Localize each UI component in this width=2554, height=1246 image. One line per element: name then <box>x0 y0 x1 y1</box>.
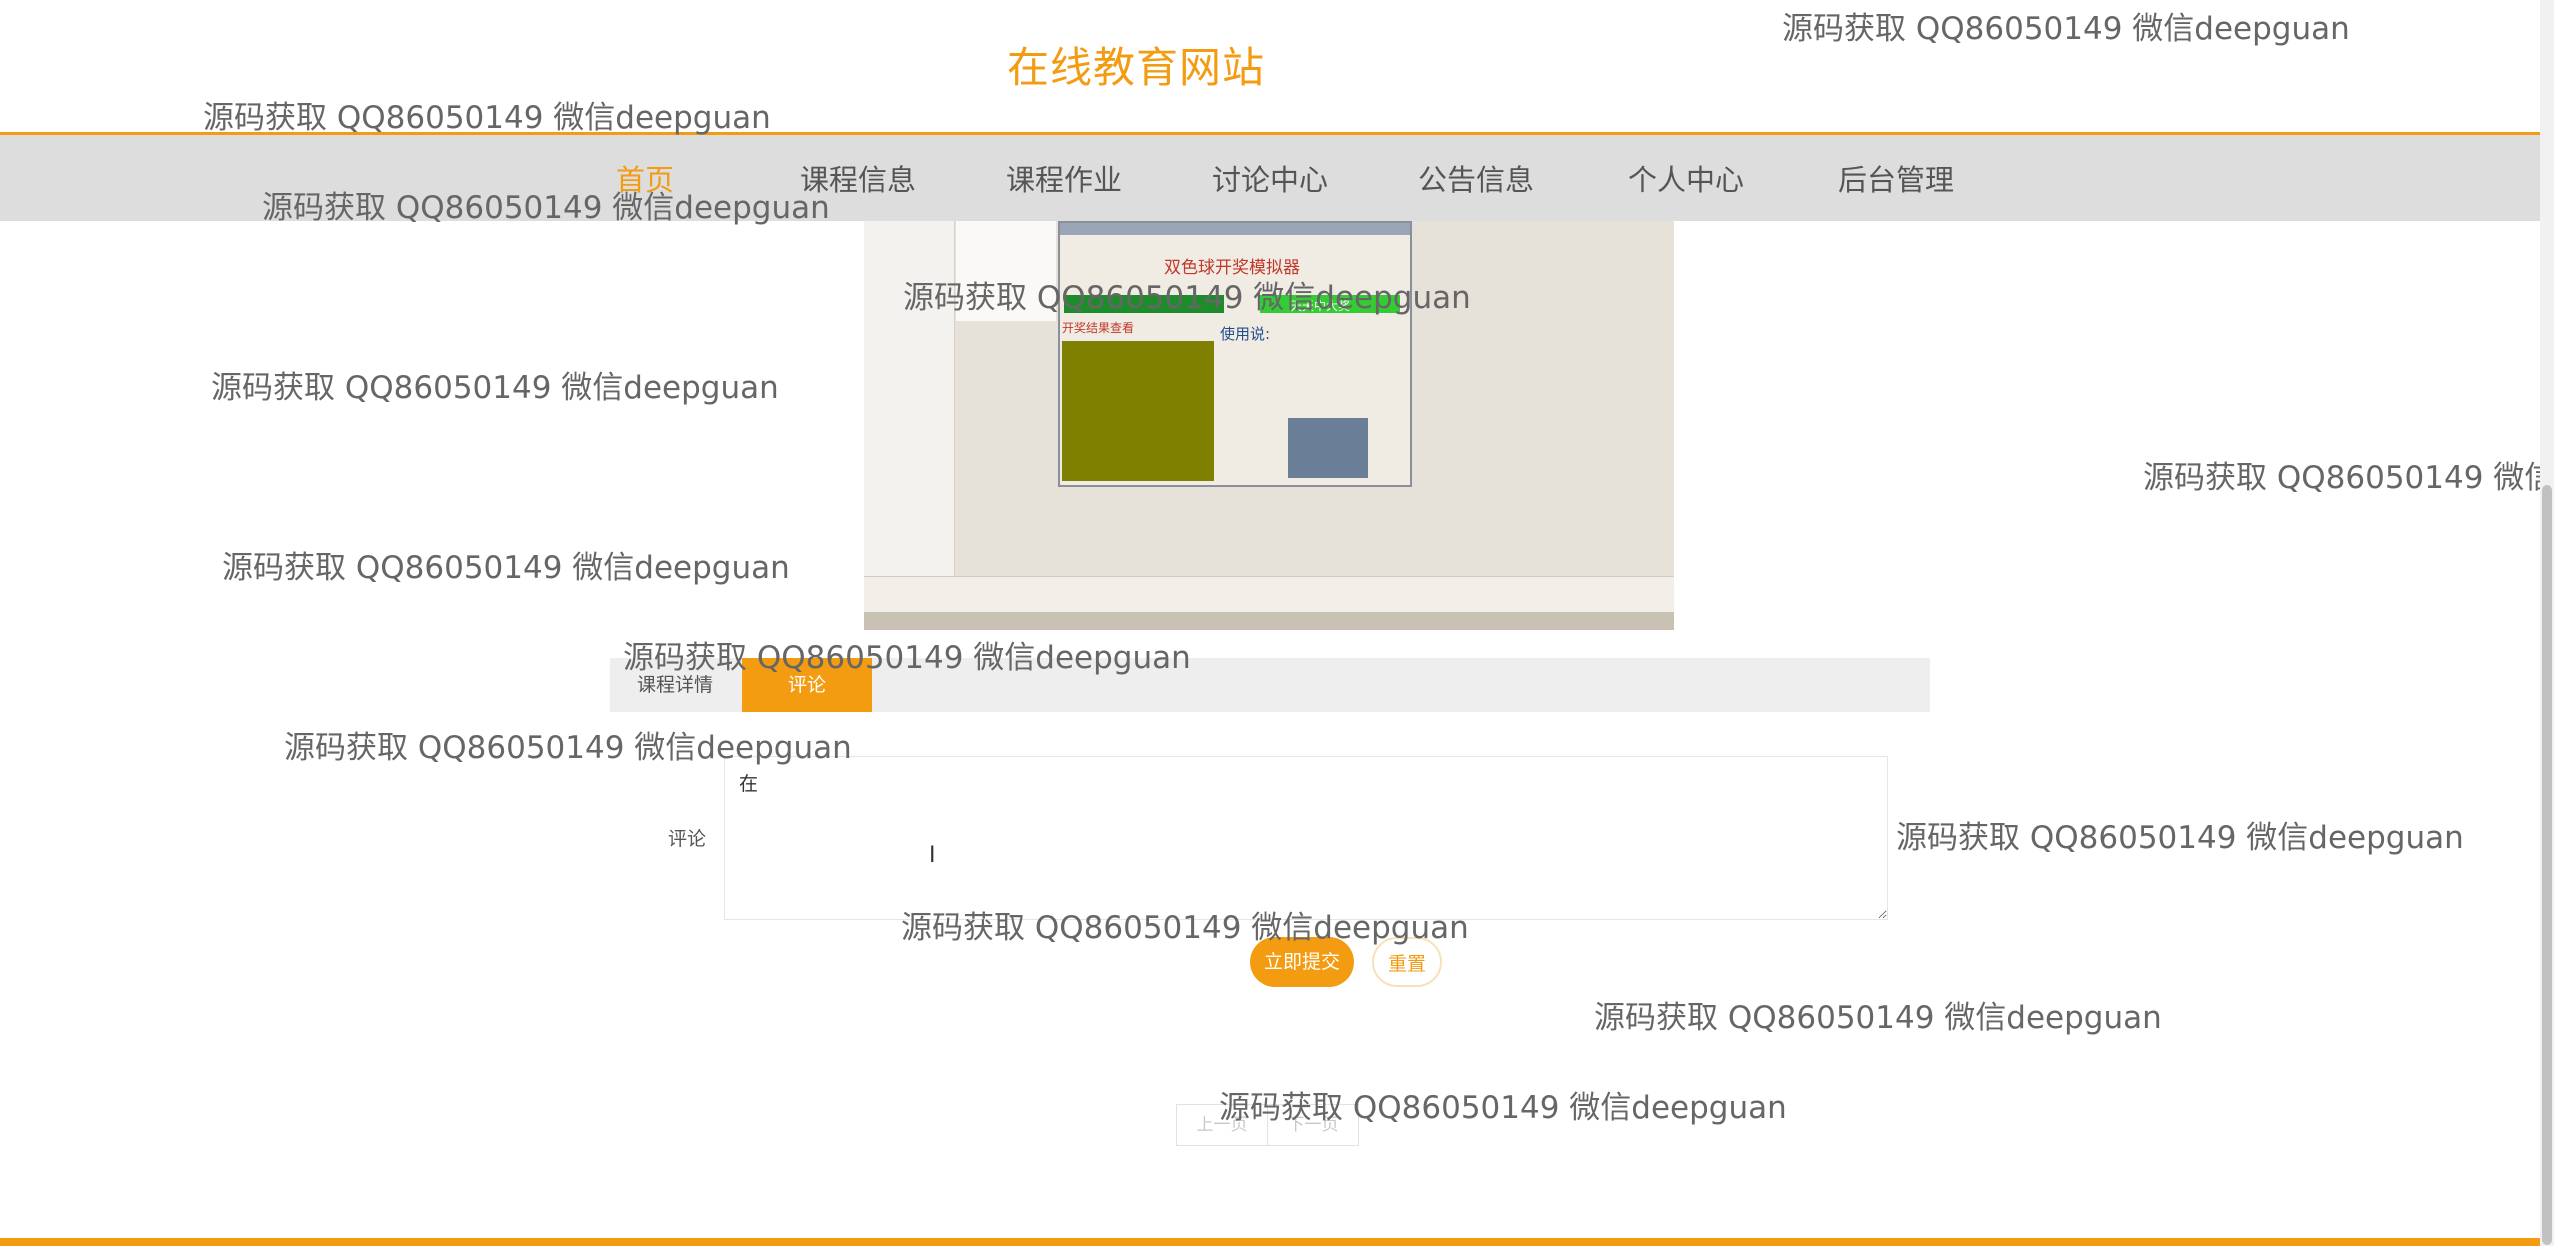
site-title: 在线教育网站 <box>1007 43 1266 92</box>
comment-label: 评论 <box>668 828 707 850</box>
course-image-photo <box>1288 418 1368 478</box>
watermark-text: 源码获取 QQ86050149 微信deepguan <box>203 100 771 136</box>
nav-item-admin[interactable]: 后台管理 <box>1838 157 1954 199</box>
scrollbar-thumb[interactable] <box>2542 485 2552 1245</box>
watermark-text: 源码获取 QQ86050149 微信deepguan <box>222 550 790 586</box>
watermark-text: 源码获取 QQ86050149 微信deepguan <box>623 640 1191 676</box>
nav-item-course-homework[interactable]: 课程作业 <box>1006 157 1122 199</box>
watermark-text: 源码获取 QQ86050149 微信deepguan <box>211 370 779 406</box>
course-image-statusbar <box>864 576 1674 613</box>
watermark-text: 源码获取 QQ86050149 微信deepguan <box>1594 1000 2162 1036</box>
nav-item-announcements[interactable]: 公告信息 <box>1418 157 1534 199</box>
watermark-text: 源码获取 QQ86050149 微信deepguan <box>1219 1090 1787 1126</box>
watermark-text: 源码获取 QQ86050149 微信deepguan <box>262 190 830 226</box>
nav-item-discussion[interactable]: 讨论中心 <box>1212 157 1328 199</box>
watermark-text: 源码获取 QQ86050149 微信deepguan <box>2143 460 2540 496</box>
text-cursor-icon: I <box>929 843 936 868</box>
course-image-help: 使用说: <box>1220 323 1405 433</box>
course-image-results-panel <box>1062 323 1214 481</box>
course-image-taskbar <box>864 612 1674 630</box>
course-image-app-window: 双色球开奖模拟器 天天中大奖 开奖结果查看 使用说: <box>1058 221 1412 487</box>
watermark-text: 源码获取 QQ86050149 微信deepguan <box>284 730 852 766</box>
comment-input[interactable]: 在 <box>724 756 1888 920</box>
watermark-text: 源码获取 QQ86050149 微信deepguan <box>903 280 1471 316</box>
watermark-text: 源码获取 QQ86050149 微信deepguan <box>1896 820 2464 856</box>
course-image-results-header: 开奖结果查看 <box>1062 319 1214 341</box>
watermark-text: 源码获取 QQ86050149 微信deepguan <box>901 910 1469 946</box>
watermark-text: 源码获取 QQ86050149 微信deepguan <box>1782 11 2350 47</box>
course-image-help-title: 使用说: <box>1220 325 1271 343</box>
scrollbar[interactable] <box>2540 0 2554 1246</box>
footer-bar <box>0 1238 2554 1246</box>
course-image-titlebar <box>1060 223 1410 235</box>
nav-item-personal-center[interactable]: 个人中心 <box>1628 157 1744 199</box>
